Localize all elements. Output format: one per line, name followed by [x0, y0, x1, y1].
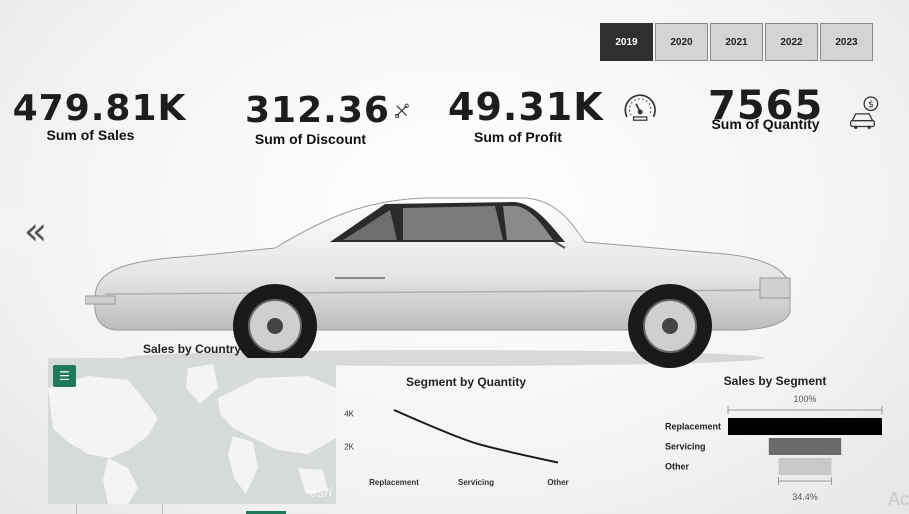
funnel-bottom-label: 34.4%	[792, 492, 818, 502]
funnel-category-label: Servicing	[665, 442, 706, 452]
kpi-sales-label: Sum of Sales	[46, 127, 135, 143]
year-button-2022[interactable]: 2022	[765, 23, 818, 61]
year-button-2019[interactable]: 2019	[600, 23, 653, 61]
back-button[interactable]: «	[0, 207, 71, 254]
rear-wheel	[233, 284, 317, 368]
segment-by-quantity-chart: Segment by Quantity 4K 2K Replacement Serv…	[344, 375, 568, 487]
x-tick-label: Replacement	[369, 478, 419, 487]
kpi-sales-value: 479.81K	[12, 88, 187, 129]
speedometer-icon	[624, 94, 656, 121]
kpi-profit-value: 49.31K	[448, 85, 604, 129]
funnel-bar[interactable]	[768, 438, 842, 455]
funnel-top-label: 100%	[793, 394, 816, 404]
map-menu-icon[interactable]: ☰	[53, 365, 76, 387]
x-tick-label: Servicing	[458, 478, 494, 487]
kpi-profit: 49.31K Sum of Profit	[448, 85, 658, 145]
svg-text:$: $	[868, 99, 874, 110]
x-tick-label: Other	[547, 478, 568, 487]
funnel-category-label: Other	[665, 462, 690, 472]
year-button-2020[interactable]: 2020	[655, 23, 708, 61]
kpi-quantity: 7565 $ Sum of Quantity	[708, 78, 883, 132]
page-tab-divider	[162, 504, 163, 514]
kpi-discount: 312.36 Sum of Discount	[245, 90, 410, 147]
kpi-discount-label: Sum of Discount	[254, 131, 367, 147]
kpi-profit-label: Sum of Profit	[474, 129, 562, 145]
sales-by-country-map[interactable]: ☰ esri	[48, 358, 336, 504]
y-tick-label: 2K	[344, 443, 354, 452]
year-button-2021[interactable]: 2021	[710, 23, 763, 61]
line-series	[393, 409, 559, 464]
y-tick-label: 4K	[344, 409, 354, 418]
sales-by-segment-chart: Sales by Segment 100% Replacement Servici…	[665, 374, 883, 502]
year-slicer: 2019 2020 2021 2022 2023	[600, 23, 873, 61]
funnel-bar[interactable]	[728, 418, 882, 435]
line-chart-title: Segment by Quantity	[406, 375, 526, 389]
funnel-category-label: Replacement	[665, 422, 721, 432]
world-map-shapes	[48, 364, 336, 504]
tools-icon	[395, 103, 409, 118]
kpi-sales: 479.81K Sum of Sales	[12, 88, 189, 143]
kpi-quantity-label: Sum of Quantity	[711, 116, 820, 132]
funnel-chart-title: Sales by Segment	[724, 374, 827, 388]
year-button-2023[interactable]: 2023	[820, 23, 873, 61]
kpi-discount-value: 312.36	[245, 90, 390, 131]
car-dollar-icon: $	[850, 96, 879, 129]
funnel-bar[interactable]	[778, 458, 832, 475]
overlay-watermark-text: Ac	[887, 489, 909, 509]
front-wheel	[628, 284, 712, 368]
page-tab-divider	[76, 504, 77, 514]
map-attribution: esri	[309, 484, 332, 500]
map-title: Sales by Country	[143, 342, 242, 356]
